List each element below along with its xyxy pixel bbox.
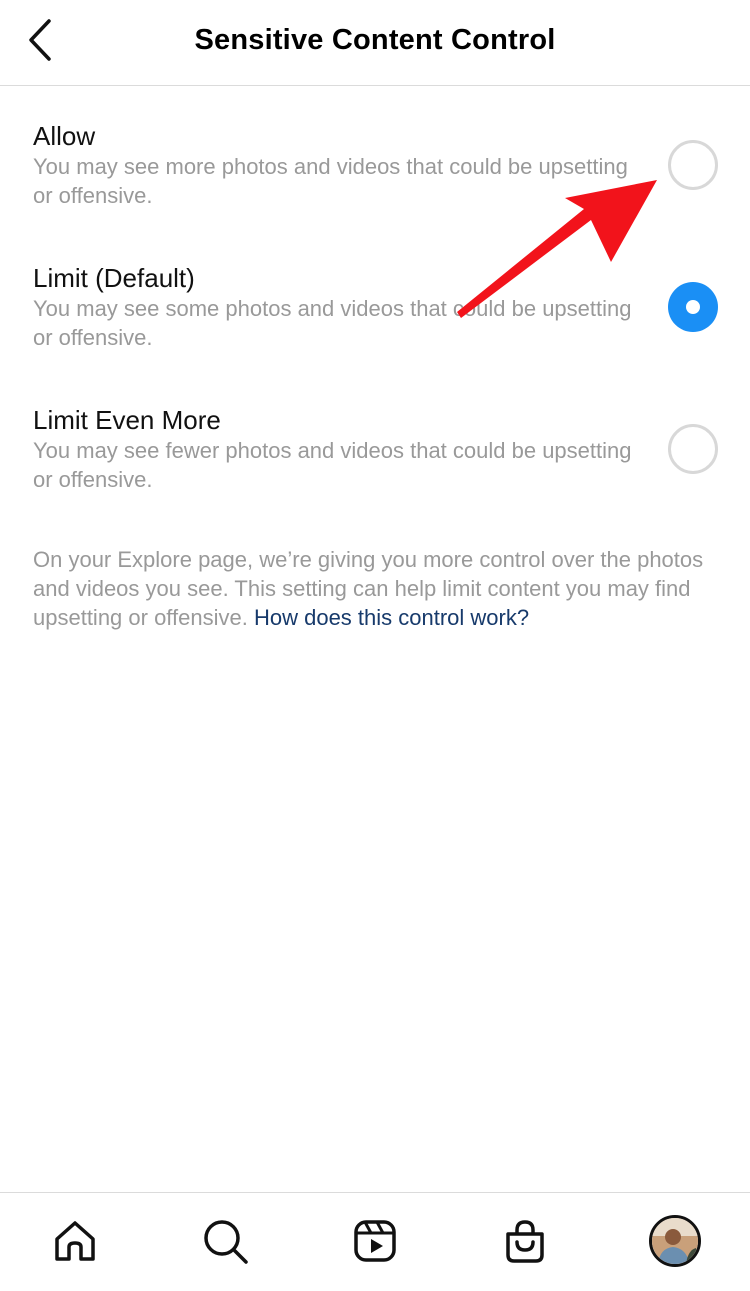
option-limit-default[interactable]: Limit (Default) You may see some photos …	[0, 262, 750, 392]
tab-shop[interactable]	[497, 1213, 553, 1269]
profile-photo-icon	[652, 1218, 698, 1264]
home-icon	[55, 1221, 95, 1261]
radio-limit-default[interactable]	[668, 282, 718, 332]
option-label: Allow	[33, 121, 96, 151]
option-description: You may see some photos and videos that …	[33, 296, 632, 350]
screen: Sensitive Content Control Allow You may …	[0, 0, 750, 1291]
page-title: Sensitive Content Control	[194, 24, 556, 56]
avatar	[649, 1215, 701, 1267]
radio-limit-even-more[interactable]	[668, 424, 718, 474]
option-label: Limit (Default)	[33, 263, 195, 293]
radio-allow[interactable]	[668, 140, 718, 190]
option-label: Limit Even More	[33, 405, 221, 435]
header: Sensitive Content Control	[0, 0, 750, 86]
tab-profile[interactable]	[647, 1213, 703, 1269]
option-limit-even-more[interactable]: Limit Even More You may see fewer photos…	[0, 404, 750, 534]
radio-selected-dot	[686, 300, 700, 314]
tab-home[interactable]	[47, 1213, 103, 1269]
how-does-this-work-link[interactable]: How does this control work?	[254, 605, 529, 630]
tab-search[interactable]	[197, 1213, 253, 1269]
option-description: You may see fewer photos and videos that…	[33, 438, 632, 492]
search-icon	[204, 1220, 248, 1264]
option-description: You may see more photos and videos that …	[33, 154, 628, 208]
option-allow[interactable]: Allow You may see more photos and videos…	[0, 120, 750, 250]
reels-icon	[354, 1220, 396, 1262]
info-text: On your Explore page, we’re giving you m…	[33, 545, 723, 632]
bottom-tab-bar	[0, 1192, 750, 1291]
tab-reels[interactable]	[347, 1213, 403, 1269]
shop-icon	[506, 1220, 544, 1263]
